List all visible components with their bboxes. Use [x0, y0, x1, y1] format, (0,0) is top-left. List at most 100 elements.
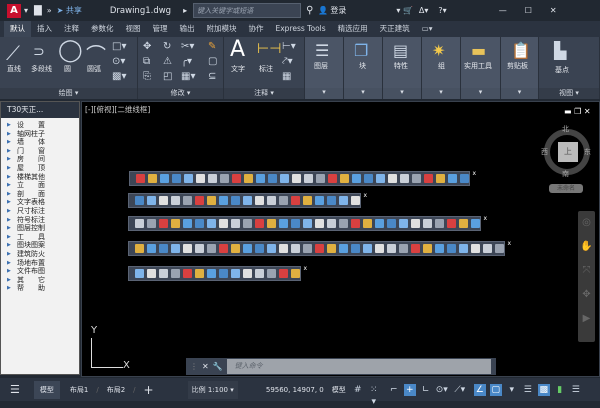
- tab-addins[interactable]: 附加模块: [201, 21, 243, 37]
- annotation-panel-title[interactable]: 注释 ▾: [224, 88, 304, 99]
- toolbar-tool-icon[interactable]: [315, 196, 324, 205]
- toolbar-tool-icon[interactable]: [495, 244, 504, 253]
- osnap-icon[interactable]: ▢: [489, 383, 502, 396]
- drawing-canvas[interactable]: [-][俯视][二维线框] ▬ ❐ ✕ 北 南 西 东 上 未命名 ◎ ✋ ⤧ ✥ ▶ …: [81, 101, 600, 377]
- toolbar-tool-icon[interactable]: [159, 196, 168, 205]
- text-icon[interactable]: A: [230, 37, 245, 62]
- toolbar-tool-icon[interactable]: [207, 244, 216, 253]
- toolbar-tool-icon[interactable]: [447, 219, 456, 228]
- add-layout-button[interactable]: +: [140, 383, 158, 397]
- osnap-track-icon[interactable]: ⟋▾: [454, 384, 466, 396]
- grip-icon[interactable]: ⋮: [190, 362, 198, 371]
- modify-panel-title[interactable]: 修改 ▾: [138, 88, 223, 99]
- toolbar-tool-icon[interactable]: [459, 244, 468, 253]
- toolbar-close-icon[interactable]: x: [363, 192, 367, 199]
- toolbar-tool-icon[interactable]: [255, 244, 264, 253]
- view-panel-title[interactable]: 视图 ▾: [539, 88, 599, 99]
- leader-icon[interactable]: ⤤▾: [282, 56, 293, 67]
- autodesk-icon[interactable]: Δ▾: [419, 6, 429, 15]
- customize-icon[interactable]: ☰: [570, 384, 582, 396]
- toolbar-tool-icon[interactable]: [147, 196, 156, 205]
- toolbar-tool-icon[interactable]: [339, 219, 348, 228]
- toolbar-tool-icon[interactable]: [267, 269, 276, 278]
- move-icon[interactable]: ✥: [143, 41, 151, 52]
- toolbar-tool-icon[interactable]: [423, 244, 432, 253]
- toolbar-tool-icon[interactable]: [448, 174, 457, 183]
- tangent-toolbar[interactable]: x: [129, 170, 476, 186]
- text-button[interactable]: 文字: [231, 64, 245, 74]
- toolbar-tool-icon[interactable]: [424, 174, 433, 183]
- toolbar-tool-icon[interactable]: [243, 244, 252, 253]
- tab-manage[interactable]: 管理: [147, 21, 174, 37]
- share-button[interactable]: ➤ 共享: [57, 5, 82, 16]
- toolbar-tool-icon[interactable]: [256, 174, 265, 183]
- basepoint-icon[interactable]: ▙: [554, 41, 566, 60]
- toolbar-tool-icon[interactable]: [220, 174, 229, 183]
- toolbar-tool-icon[interactable]: [387, 219, 396, 228]
- tab-insert[interactable]: 插入: [31, 21, 58, 37]
- sidebar-item[interactable]: ▶ 立 面: [1, 181, 79, 190]
- sidebar-item[interactable]: ▶ 屋 顶: [1, 164, 79, 173]
- tab-output[interactable]: 输出: [174, 21, 201, 37]
- viewport-minimize-icon[interactable]: ▬ ❐ ✕: [564, 107, 591, 116]
- toolbar-tool-icon[interactable]: [292, 174, 301, 183]
- file-icon[interactable]: ▇: [34, 5, 42, 16]
- toolbar-tool-icon[interactable]: [159, 269, 168, 278]
- toolbar-tool-icon[interactable]: [351, 196, 360, 205]
- toolbar-tool-icon[interactable]: [315, 219, 324, 228]
- sidebar-item[interactable]: ▶ 墙 体: [1, 138, 79, 147]
- toolbar-close-icon[interactable]: x: [472, 170, 476, 177]
- toolbar-tool-icon[interactable]: [243, 196, 252, 205]
- tab-view[interactable]: 视图: [120, 21, 147, 37]
- sidebar-item[interactable]: ▶ 轴网柱子: [1, 130, 79, 139]
- toolbar-tool-icon[interactable]: [303, 244, 312, 253]
- toolbar-tool-icon[interactable]: [364, 174, 373, 183]
- tab-model[interactable]: 模型: [33, 380, 60, 399]
- toolbar-tool-icon[interactable]: [171, 219, 180, 228]
- toolbar-tool-icon[interactable]: [159, 219, 168, 228]
- scale-dropdown[interactable]: 比例 1:100 ▾: [187, 380, 238, 399]
- sidebar-item[interactable]: ▶ 文件布图: [1, 267, 79, 276]
- linear-dim-icon[interactable]: ⊢▾: [282, 41, 296, 52]
- tab-tangent[interactable]: 天正建筑: [374, 21, 416, 37]
- toolbar-tool-icon[interactable]: [375, 219, 384, 228]
- fillet-icon[interactable]: ╭▾: [181, 56, 192, 67]
- tab-parametric[interactable]: 参数化: [85, 21, 120, 37]
- toolbar-tool-icon[interactable]: [267, 196, 276, 205]
- toolbar-tool-icon[interactable]: [316, 174, 325, 183]
- toolbar-tool-icon[interactable]: [196, 174, 205, 183]
- toolbar-tool-icon[interactable]: [471, 244, 480, 253]
- sidebar-item[interactable]: ▶ 建筑防火: [1, 250, 79, 259]
- toolbar-tool-icon[interactable]: [183, 244, 192, 253]
- toolbar-tool-icon[interactable]: [135, 269, 144, 278]
- toolbar-tool-icon[interactable]: [279, 244, 288, 253]
- viewcube-east[interactable]: 东: [584, 147, 591, 157]
- toolbar-tool-icon[interactable]: [436, 174, 445, 183]
- toolbar-tool-icon[interactable]: [352, 174, 361, 183]
- toolbar-tool-icon[interactable]: [195, 196, 204, 205]
- toolbar-tool-icon[interactable]: [207, 269, 216, 278]
- wcs-menu[interactable]: 未命名: [549, 184, 583, 193]
- toolbar-tool-icon[interactable]: [147, 269, 156, 278]
- circle-icon[interactable]: ◯: [58, 38, 83, 63]
- toolbar-tool-icon[interactable]: [147, 244, 156, 253]
- toolbar-tool-icon[interactable]: [244, 174, 253, 183]
- sidebar-item[interactable]: ▶ 其 它: [1, 276, 79, 285]
- arc-button[interactable]: 圆弧: [87, 64, 101, 74]
- explode-icon[interactable]: ▢: [208, 56, 217, 67]
- toolbar-tool-icon[interactable]: [291, 196, 300, 205]
- tangent-toolbar[interactable]: x: [128, 240, 511, 256]
- trim-icon[interactable]: ✂▾: [181, 41, 194, 52]
- dynamic-input-icon[interactable]: +: [403, 383, 416, 396]
- draw-panel-title[interactable]: 绘图 ▾: [0, 88, 137, 99]
- sidebar-title[interactable]: T30天正...: [1, 102, 79, 118]
- toolbar-tool-icon[interactable]: [184, 174, 193, 183]
- viewcube-top-face[interactable]: 上: [558, 142, 578, 162]
- autocad-logo[interactable]: A: [7, 3, 21, 18]
- toolbar-tool-icon[interactable]: [423, 219, 432, 228]
- tab-default[interactable]: 默认: [4, 21, 31, 37]
- toolbar-tool-icon[interactable]: [231, 196, 240, 205]
- toolbar-tool-icon[interactable]: [363, 219, 372, 228]
- customize-icon[interactable]: 🔧: [213, 362, 223, 371]
- basepoint-button[interactable]: 基点: [555, 65, 569, 75]
